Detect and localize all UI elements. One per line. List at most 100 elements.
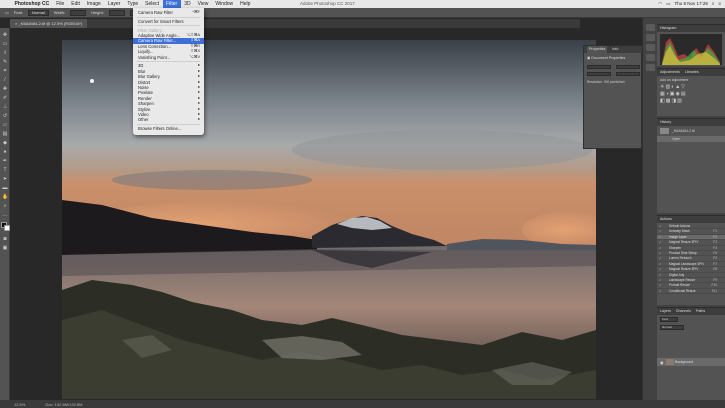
paragraph-panel-icon[interactable] <box>646 64 655 71</box>
hand-tool-icon[interactable]: ✋ <box>2 194 8 200</box>
menu-file[interactable]: File <box>53 0 68 8</box>
shortcut-label: ^⌘F <box>192 10 200 14</box>
more-tools-icon[interactable]: … <box>2 212 8 218</box>
filter-menu-item-label: Liquify... <box>138 49 154 55</box>
history-snapshot-thumbnail[interactable] <box>660 128 669 134</box>
y-field[interactable] <box>616 72 640 76</box>
menu-image[interactable]: Image <box>83 0 104 8</box>
filter-menu-item-label: Other <box>138 117 149 123</box>
lasso-tool-icon[interactable]: ℓ <box>2 50 8 56</box>
shape-tool-icon[interactable]: ▬ <box>2 185 8 191</box>
brush-tool-icon[interactable]: ✐ <box>2 95 8 101</box>
battery-icon[interactable]: ▭ <box>666 0 670 8</box>
clock[interactable]: Thu 9 Nov 17:25 <box>675 0 708 8</box>
x-field[interactable] <box>616 65 640 69</box>
history-brush-tool-icon[interactable]: ↺ <box>2 113 8 119</box>
quick-select-tool-icon[interactable]: ✎ <box>2 59 8 65</box>
dodge-tool-icon[interactable]: ● <box>2 149 8 155</box>
tab-layers[interactable]: Layers <box>660 308 671 315</box>
swatches-panel-icon[interactable] <box>646 34 655 41</box>
action-row[interactable]: ✓ Conditional Resize F11 <box>657 289 725 295</box>
tab-paths[interactable]: Paths <box>696 308 705 315</box>
filter-dropdown-menu: Camera Raw Filter ^⌘F Convert for Smart Fi… <box>133 8 204 135</box>
menu-view[interactable]: View <box>194 0 212 8</box>
filter-menu-item[interactable]: Convert for Smart Filters <box>133 19 204 24</box>
menu-filter[interactable]: Filter <box>162 0 181 8</box>
gradient-tool-icon[interactable]: ▤ <box>2 131 8 137</box>
filter-menu-item[interactable]: Other ▸ <box>133 117 204 122</box>
blend-mode-select[interactable]: Normal <box>660 325 684 330</box>
height-field[interactable] <box>587 72 611 76</box>
pen-tool-icon[interactable]: ✒ <box>2 158 8 164</box>
height-field[interactable] <box>108 9 125 16</box>
screen-mode-icon[interactable]: ▣ <box>2 245 8 251</box>
menu-photoshop[interactable]: Photoshop CC <box>11 0 53 8</box>
history-title: History <box>660 120 672 124</box>
character-panel-icon[interactable] <box>646 54 655 61</box>
wifi-icon[interactable]: ◠ <box>658 0 662 8</box>
filter-menu-item-label: Convert for Smart Filters <box>138 18 184 24</box>
healing-brush-tool-icon[interactable]: ✚ <box>2 86 8 92</box>
quick-mask-icon[interactable]: ◙ <box>2 236 8 242</box>
clone-stamp-tool-icon[interactable]: ⊥ <box>2 104 8 110</box>
blur-tool-icon[interactable]: ◆ <box>2 140 8 146</box>
checkmark-icon[interactable]: ✓ <box>659 289 662 294</box>
tab-properties[interactable]: Properties <box>587 46 608 53</box>
type-tool-icon[interactable]: T <box>2 167 8 173</box>
style-select[interactable]: Normal <box>27 9 49 16</box>
filter-menu-item-label: Stylize <box>138 106 151 112</box>
panel-dock-strip <box>642 18 657 400</box>
width-label: Width: <box>53 10 66 15</box>
tab-libraries[interactable]: Libraries <box>685 69 699 76</box>
move-tool-icon[interactable]: ✥ <box>2 32 8 38</box>
actions-header: Actions <box>657 216 725 223</box>
marquee-tool-icon[interactable]: ▭ <box>2 41 8 47</box>
width-field[interactable] <box>587 65 611 69</box>
eyedropper-tool-icon[interactable]: ⁄ <box>2 77 8 83</box>
layer-row-background[interactable]: ◉ Background <box>657 358 725 366</box>
eraser-tool-icon[interactable]: ▱ <box>2 122 8 128</box>
layers-panel: Layers Channels Paths Kind Normal ◉ Back… <box>657 307 725 400</box>
width-field[interactable] <box>70 9 87 16</box>
tab-info[interactable]: Info <box>612 46 618 53</box>
path-select-tool-icon[interactable]: ➤ <box>2 176 8 182</box>
menu-separator <box>137 124 200 125</box>
history-document-name: _N5A8484-2.tif <box>672 129 695 133</box>
filter-menu-item[interactable]: Camera Raw Filter ^⌘F <box>133 10 204 15</box>
menu-layer[interactable]: Layer <box>104 0 124 8</box>
panels-column: Histogram Adjustments Libraries Add an a… <box>657 18 725 400</box>
menu-3d[interactable]: 3D <box>181 0 194 8</box>
menu-help[interactable]: Help <box>237 0 254 8</box>
menu-select[interactable]: Select <box>142 0 163 8</box>
search-icon[interactable]: ⌕ <box>712 0 715 8</box>
filter-menu-item-label: Filter Gallery... <box>138 27 165 33</box>
menu-window[interactable]: Window <box>212 0 237 8</box>
zoom-level[interactable]: 12.5% <box>14 402 25 407</box>
marquee-tool-icon[interactable]: ▭ <box>5 10 9 15</box>
adjustment-icons-row-2[interactable]: ▦◑▣◉▤ <box>660 91 687 97</box>
brush-panel-icon[interactable] <box>646 44 655 51</box>
notification-icon[interactable]: ≡ <box>718 0 721 8</box>
history-item[interactable]: Open <box>657 136 725 142</box>
zoom-tool-icon[interactable]: ⌕ <box>2 203 8 209</box>
document-tab[interactable]: × _N5A8484-2.tif @ 12.5% (RGB/16*) <box>10 19 88 28</box>
adjustment-icons-row-3[interactable]: ◧▩◨▧ <box>660 98 683 104</box>
filter-menu-item[interactable]: Vanishing Point... ⌥⌘V <box>133 55 204 60</box>
menu-type[interactable]: Type <box>124 0 142 8</box>
layer-thumbnail <box>666 359 674 365</box>
filter-menu-item-label: Camera Raw Filter... <box>138 38 177 44</box>
adjustments-panel: Adjustments Libraries Add an adjustment … <box>657 68 725 116</box>
color-panel-icon[interactable] <box>646 24 655 31</box>
height-label: Height: <box>91 10 104 15</box>
filter-menu-item[interactable]: Browse Filters Online... <box>133 126 204 131</box>
menu-edit[interactable]: Edit <box>68 0 84 8</box>
resolution-label: Resolution: 300 pixels/inch <box>587 80 625 84</box>
visibility-eye-icon[interactable]: ◉ <box>660 359 664 367</box>
tab-adjustments[interactable]: Adjustments <box>660 69 680 76</box>
tab-channels[interactable]: Channels <box>676 308 691 315</box>
adjustment-icons-row-1[interactable]: ☀▥◐▲▽ <box>660 84 686 90</box>
crop-tool-icon[interactable]: ⌗ <box>2 68 8 74</box>
filter-menu-item-label: Vanishing Point... <box>138 54 171 60</box>
layer-filter-select[interactable]: Kind <box>660 317 678 322</box>
mac-menubar: Photoshop CC File Edit Image Layer Type … <box>0 0 725 8</box>
